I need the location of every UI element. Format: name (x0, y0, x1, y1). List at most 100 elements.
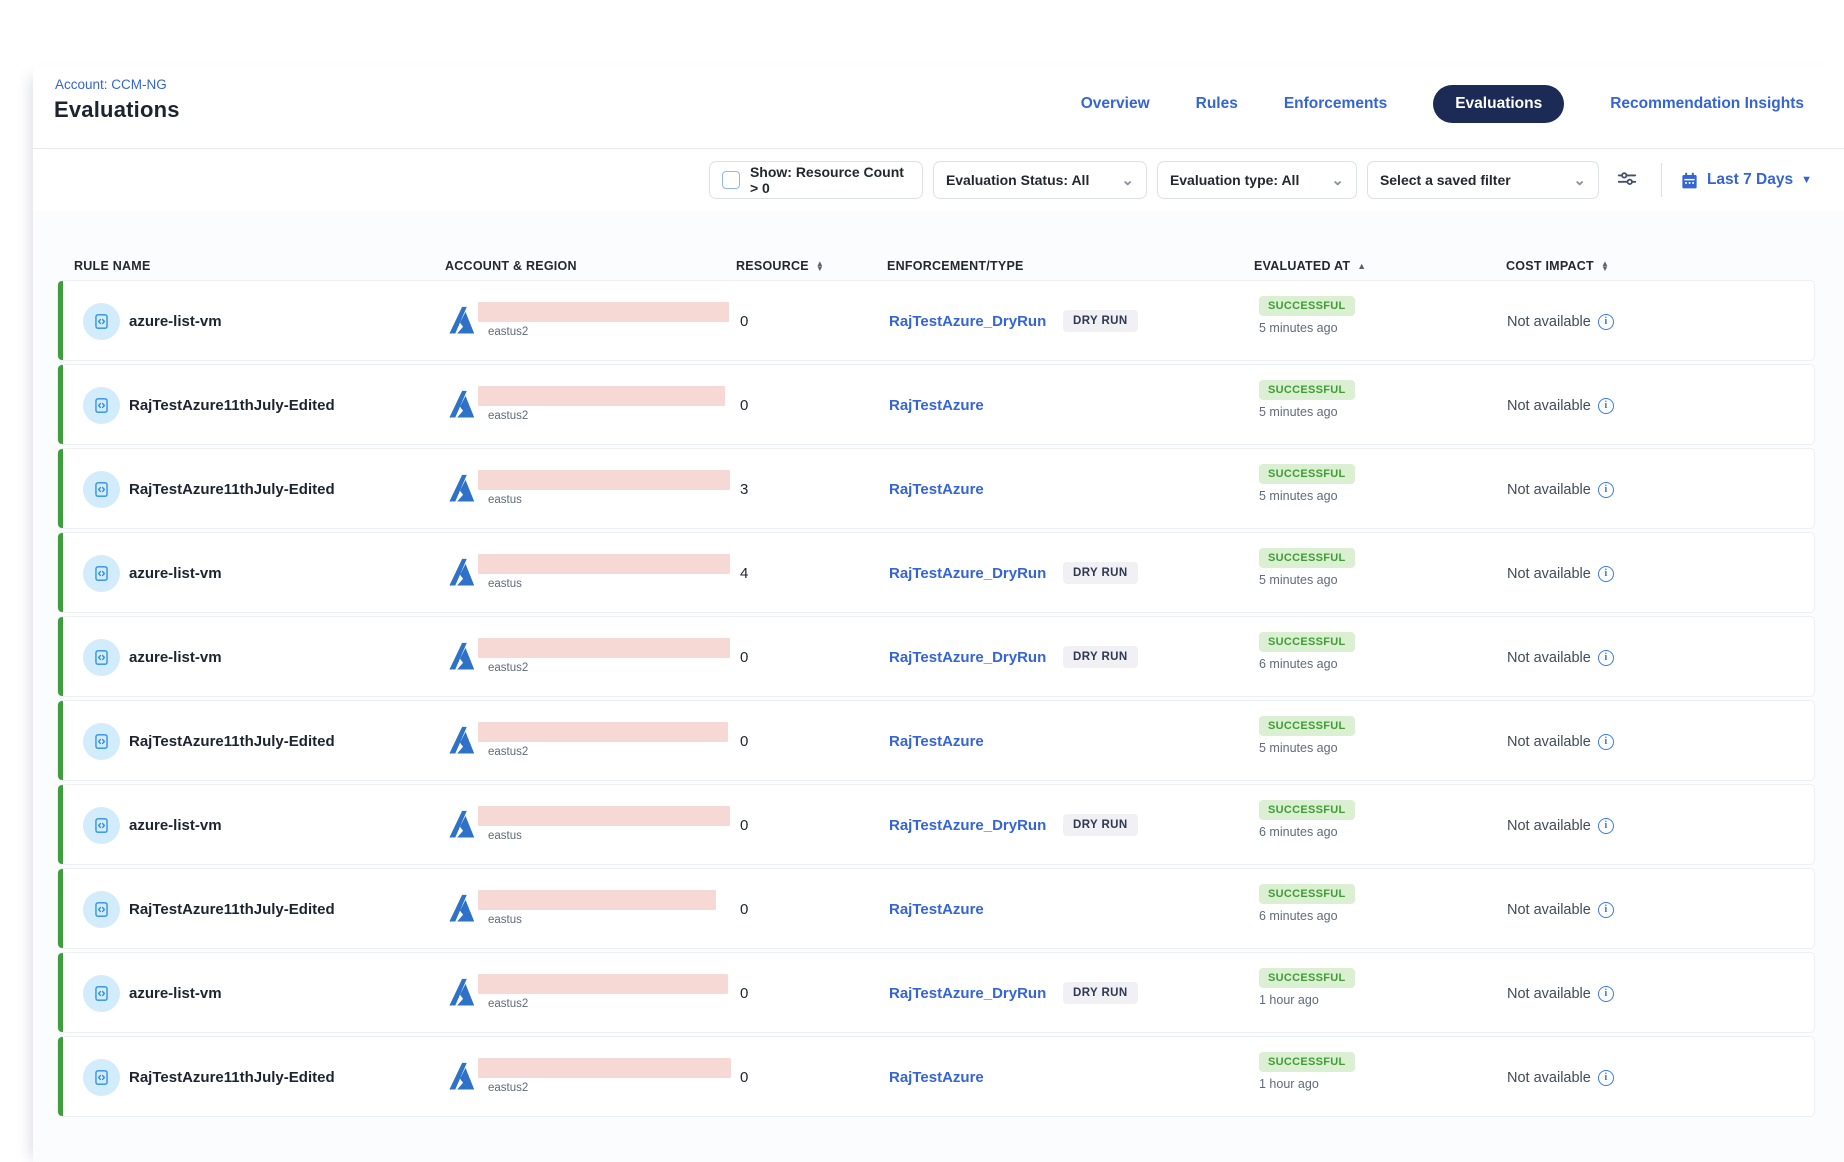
info-icon[interactable]: i (1598, 734, 1614, 750)
rule-name: azure-list-vm (129, 953, 222, 1033)
row-status-accent (58, 953, 63, 1032)
col-resource[interactable]: RESOURCE ▲▼ (736, 259, 824, 273)
show-resource-count-checkbox[interactable] (722, 171, 740, 189)
table-row[interactable]: azure-list-vm eastus2 0 RajTestAzure_Dry… (57, 280, 1815, 361)
azure-icon (446, 809, 477, 840)
dry-run-badge: DRY RUN (1063, 982, 1138, 1004)
info-icon[interactable]: i (1598, 818, 1614, 834)
enforcement-link[interactable]: RajTestAzure (889, 365, 984, 445)
azure-icon (446, 473, 477, 504)
enforcement-link[interactable]: RajTestAzure (889, 1037, 984, 1117)
info-icon[interactable]: i (1598, 482, 1614, 498)
cost-impact-text: Not available (1507, 650, 1591, 666)
redacted-account-name (478, 890, 716, 910)
rule-name: azure-list-vm (129, 533, 222, 613)
cost-impact: Not available i (1507, 869, 1614, 949)
table-row[interactable]: RajTestAzure11thJuly-Edited eastus 0 Raj… (57, 868, 1815, 949)
sort-icon[interactable]: ▲▼ (816, 261, 824, 271)
sort-icon[interactable]: ▲▼ (1601, 261, 1609, 271)
policy-icon (83, 471, 120, 508)
resource-count: 0 (740, 701, 748, 781)
row-status-accent (58, 1037, 63, 1116)
enforcement-link[interactable]: RajTestAzure_DryRun (889, 533, 1046, 613)
status-badge: SUCCESSFUL (1259, 800, 1355, 820)
tab-bar: Overview Rules Enforcements Evaluations … (1081, 66, 1804, 142)
tab-overview[interactable]: Overview (1081, 95, 1150, 113)
redacted-account-name (478, 806, 730, 826)
dry-run-badge: DRY RUN (1063, 646, 1138, 668)
rule-name: azure-list-vm (129, 617, 222, 697)
cost-impact-text: Not available (1507, 902, 1591, 918)
table-rows: azure-list-vm eastus2 0 RajTestAzure_Dry… (57, 280, 1815, 1120)
table-row[interactable]: RajTestAzure11thJuly-Edited eastus2 0 Ra… (57, 364, 1815, 445)
status-badge: SUCCESSFUL (1259, 548, 1355, 568)
col-rule-name: RULE NAME (74, 259, 151, 273)
row-status-accent (58, 617, 63, 696)
rule-name: azure-list-vm (129, 785, 222, 865)
enforcement-link[interactable]: RajTestAzure (889, 449, 984, 529)
tab-rules[interactable]: Rules (1196, 95, 1238, 113)
evaluation-status-value: Evaluation Status: All (946, 172, 1089, 188)
resource-count: 0 (740, 869, 748, 949)
table-row[interactable]: azure-list-vm eastus 4 RajTestAzure_DryR… (57, 532, 1815, 613)
table-row[interactable]: azure-list-vm eastus2 0 RajTestAzure_Dry… (57, 952, 1815, 1033)
enforcement-link[interactable]: RajTestAzure (889, 701, 984, 781)
policy-icon (83, 387, 120, 424)
date-range-picker[interactable]: Last 7 Days ▼ (1678, 171, 1814, 190)
tab-recommendation-insights[interactable]: Recommendation Insights (1610, 95, 1804, 113)
region-label: eastus (488, 578, 522, 590)
info-icon[interactable]: i (1598, 398, 1614, 414)
status-badge: SUCCESSFUL (1259, 716, 1355, 736)
cost-impact: Not available i (1507, 701, 1614, 781)
enforcement-link[interactable]: RajTestAzure_DryRun (889, 617, 1046, 697)
evaluated-time: 5 minutes ago (1259, 405, 1338, 419)
saved-filter-dropdown[interactable]: Select a saved filter ⌄ (1367, 161, 1599, 199)
enforcement-link[interactable]: RajTestAzure_DryRun (889, 953, 1046, 1033)
region-label: eastus2 (488, 662, 528, 674)
evaluated-time: 1 hour ago (1259, 1077, 1319, 1091)
policy-icon (83, 975, 120, 1012)
resource-count: 0 (740, 785, 748, 865)
rule-name: RajTestAzure11thJuly-Edited (129, 1037, 335, 1117)
enforcement-link[interactable]: RajTestAzure_DryRun (889, 785, 1046, 865)
resource-count: 0 (740, 953, 748, 1033)
filter-settings-button[interactable] (1609, 162, 1645, 198)
cost-impact-text: Not available (1507, 314, 1591, 330)
enforcement-link[interactable]: RajTestAzure_DryRun (889, 281, 1046, 361)
redacted-account-name (478, 1058, 731, 1078)
cost-impact: Not available i (1507, 953, 1614, 1033)
info-icon[interactable]: i (1598, 314, 1614, 330)
table-row[interactable]: RajTestAzure11thJuly-Edited eastus2 0 Ra… (57, 700, 1815, 781)
sort-asc-icon[interactable]: ▲ (1357, 261, 1366, 271)
info-icon[interactable]: i (1598, 986, 1614, 1002)
region-label: eastus2 (488, 410, 528, 422)
row-status-accent (58, 701, 63, 780)
show-resource-count-filter[interactable]: Show: Resource Count > 0 (709, 161, 923, 199)
azure-icon (446, 725, 477, 756)
redacted-account-name (478, 386, 725, 406)
azure-icon (446, 389, 477, 420)
enforcement-link[interactable]: RajTestAzure (889, 869, 984, 949)
info-icon[interactable]: i (1598, 650, 1614, 666)
tab-evaluations[interactable]: Evaluations (1433, 85, 1564, 123)
info-icon[interactable]: i (1598, 902, 1614, 918)
table-row[interactable]: RajTestAzure11thJuly-Edited eastus 3 Raj… (57, 448, 1815, 529)
resource-count: 0 (740, 281, 748, 361)
azure-icon (446, 557, 477, 588)
filter-bar: Show: Resource Count > 0 Evaluation Stat… (33, 149, 1814, 211)
evaluation-status-dropdown[interactable]: Evaluation Status: All ⌄ (933, 161, 1147, 199)
cost-impact: Not available i (1507, 617, 1614, 697)
evaluation-type-value: Evaluation type: All (1170, 172, 1299, 188)
info-icon[interactable]: i (1598, 566, 1614, 582)
evaluation-type-dropdown[interactable]: Evaluation type: All ⌄ (1157, 161, 1357, 199)
table-row[interactable]: RajTestAzure11thJuly-Edited eastus2 0 Ra… (57, 1036, 1815, 1117)
table-row[interactable]: azure-list-vm eastus2 0 RajTestAzure_Dry… (57, 616, 1815, 697)
azure-icon (446, 1061, 477, 1092)
col-evaluated-at[interactable]: EVALUATED AT ▲ (1254, 259, 1366, 273)
col-cost-impact[interactable]: COST IMPACT ▲▼ (1506, 259, 1609, 273)
table-row[interactable]: azure-list-vm eastus 0 RajTestAzure_DryR… (57, 784, 1815, 865)
tab-enforcements[interactable]: Enforcements (1284, 95, 1387, 113)
breadcrumb[interactable]: Account: CCM-NG (55, 77, 167, 92)
policy-icon (83, 303, 120, 340)
info-icon[interactable]: i (1598, 1070, 1614, 1086)
